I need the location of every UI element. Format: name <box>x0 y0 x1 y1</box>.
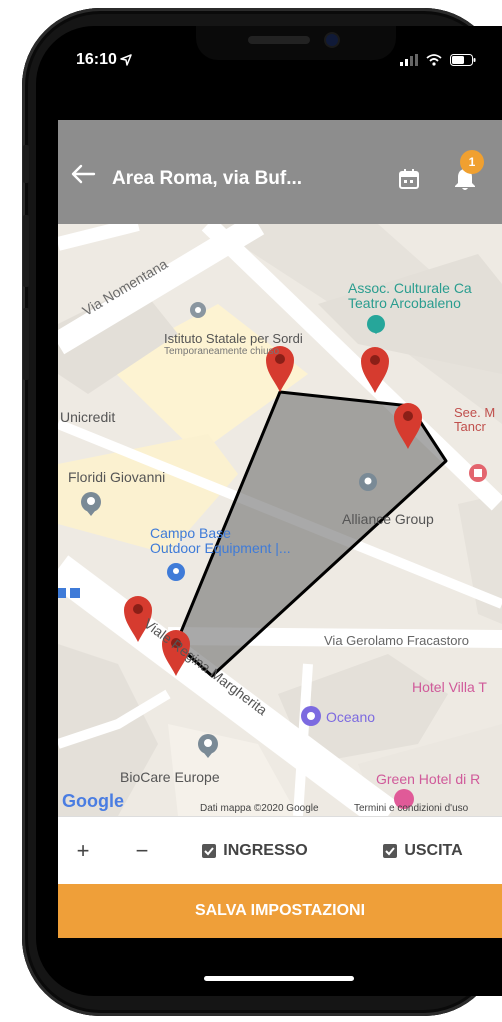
poi-label-see-sub: Tancr <box>454 419 486 434</box>
checkbox-checked-icon <box>383 844 398 858</box>
street-label-via-gerolamo: Via Gerolamo Fracastoro <box>324 633 469 648</box>
signal-icon <box>400 54 418 66</box>
poi-label-biocare: BioCare Europe <box>120 769 220 785</box>
zoom-in-label: + <box>76 838 90 863</box>
notch <box>196 26 396 60</box>
poi-pin-icon <box>167 563 185 581</box>
back-arrow-icon[interactable] <box>70 164 96 184</box>
volume-up-button <box>23 215 29 287</box>
volume-down-button <box>23 308 29 380</box>
uscita-label: USCITA <box>404 842 463 859</box>
poi-pin-icon <box>469 464 487 482</box>
save-settings-label: SALVA IMPOSTAZIONI <box>194 902 366 919</box>
map-copyright: Dati mappa ©2020 Google <box>200 803 319 814</box>
poi-label-alliance: Alliance Group <box>342 511 434 527</box>
notification-badge: 1 <box>460 150 484 174</box>
poi-label-see: See. M <box>454 405 496 420</box>
poi-label-green-hotel: Green Hotel di R <box>376 771 481 787</box>
screen: 16:10 Area Roma, via Buf... 1 Via Noment… <box>36 26 502 996</box>
uscita-checkbox[interactable]: USCITA <box>368 817 478 885</box>
poi-label-istituto: Istituto Statale per Sordi <box>164 331 303 346</box>
wifi-icon <box>426 54 442 66</box>
poi-label-campo-base-sub: Outdoor Equipment |... <box>150 540 291 556</box>
zoom-out-label: − <box>135 838 149 863</box>
silent-switch <box>23 145 29 183</box>
zoom-in-button[interactable]: + <box>58 817 108 885</box>
map-terms-link[interactable]: Termini e condizioni d'uso <box>354 804 468 814</box>
poi-label-unicredit: Unicredit <box>60 409 116 425</box>
save-settings-button[interactable]: SALVA IMPOSTAZIONI <box>58 884 502 938</box>
battery-icon <box>450 54 476 66</box>
status-icons <box>400 53 476 67</box>
map-canvas <box>58 224 502 816</box>
poi-pin-icon <box>190 302 206 318</box>
app-bar: Area Roma, via Buf... 1 <box>58 120 502 224</box>
poi-pin-icon <box>301 706 321 726</box>
poi-label-assoc-culturale: Assoc. Culturale Ca <box>348 280 472 296</box>
poi-label-oceano: Oceano <box>326 709 376 725</box>
calendar-icon[interactable] <box>398 168 420 190</box>
google-logo: Google <box>62 791 124 811</box>
status-time: 16:10 <box>76 51 117 68</box>
ingresso-label: INGRESSO <box>223 842 308 859</box>
checkbox-checked-icon <box>202 844 217 858</box>
speaker <box>248 36 310 44</box>
map-view[interactable]: Via Nomentana Assoc. Culturale Ca Teatro… <box>58 224 502 816</box>
page-title: Area Roma, via Buf... <box>112 168 303 189</box>
front-camera <box>326 34 338 46</box>
poi-label-campo-base: Campo Base <box>150 525 231 541</box>
zoom-out-button[interactable]: − <box>114 817 170 885</box>
home-indicator[interactable] <box>204 976 354 981</box>
ingresso-checkbox[interactable]: INGRESSO <box>190 817 320 885</box>
poi-label-hotel-villa: Hotel Villa T <box>412 679 487 695</box>
map-controls: + − INGRESSO USCITA <box>58 816 502 885</box>
poi-pin-icon <box>359 473 377 491</box>
poi-label-teatro: Teatro Arcobaleno <box>348 295 461 311</box>
poi-label-floridi: Floridi Giovanni <box>68 469 166 485</box>
location-arrow-icon <box>120 53 132 71</box>
poi-label-istituto-sub: Temporaneamente chiuso <box>164 346 280 357</box>
